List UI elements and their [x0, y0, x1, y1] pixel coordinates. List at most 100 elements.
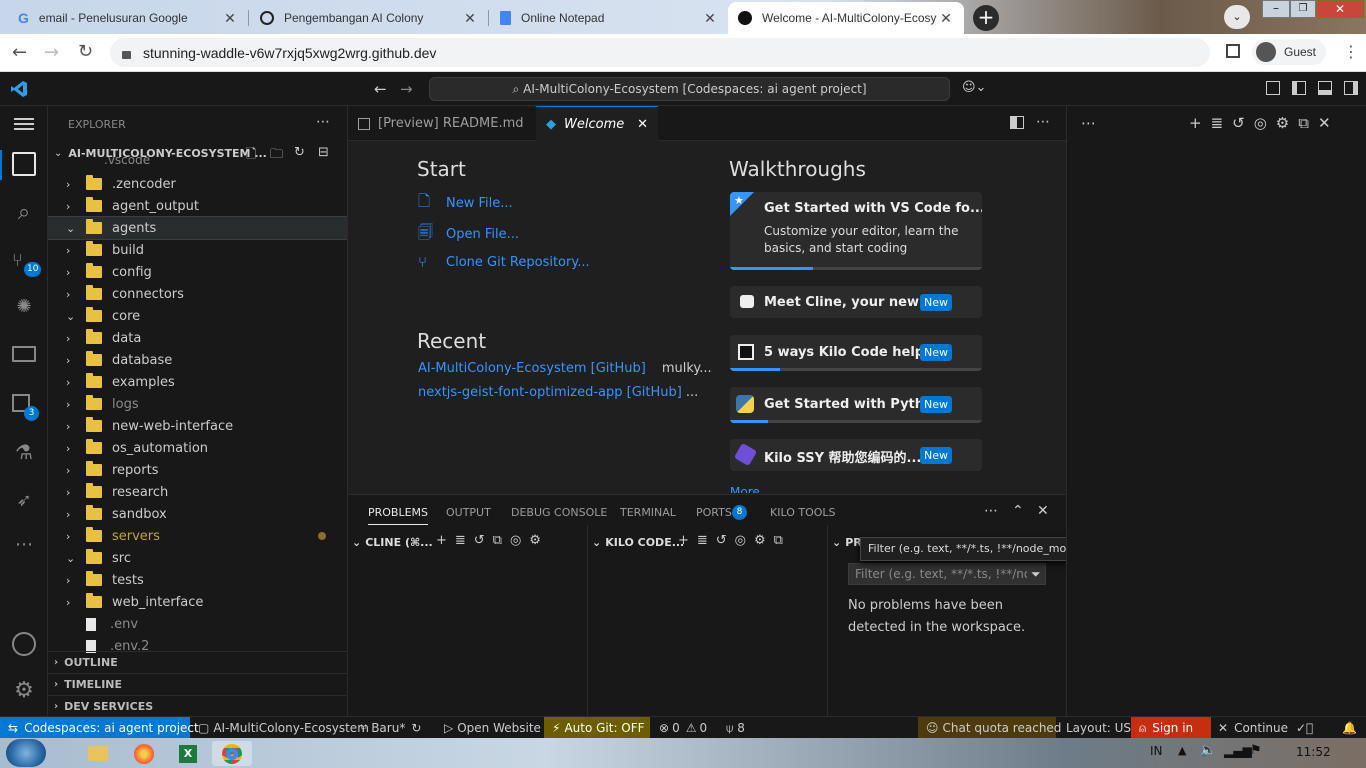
excel-taskbar-icon[interactable]: X — [168, 741, 208, 766]
folder-core[interactable]: ⌄ core — [48, 305, 347, 327]
debug-icon[interactable]: ✺ — [12, 296, 36, 320]
open-file-link[interactable]: 🗐 Open File... — [418, 222, 519, 247]
folder-src[interactable]: ⌄ src — [48, 547, 347, 569]
new-file-icon[interactable]: 🗋 — [246, 145, 256, 167]
action-center-icon[interactable]: ⚑ — [1250, 743, 1262, 758]
language-indicator[interactable]: IN — [1150, 744, 1163, 758]
more-actions-icon[interactable]: ⋯ — [1036, 114, 1050, 130]
folder-connectors[interactable]: › connectors — [48, 283, 347, 305]
walkthrough-card-cline[interactable]: Meet Cline, your new ... New — [730, 286, 982, 318]
split-editor-icon[interactable] — [1010, 116, 1024, 129]
menu-icon[interactable]: ⋮ — [1343, 42, 1359, 61]
folder-agents[interactable]: ⌄ agents — [48, 216, 347, 240]
clock[interactable]: 11:52 — [1296, 745, 1331, 759]
remote-explorer-icon[interactable] — [12, 346, 36, 362]
file-env[interactable]: .env — [48, 613, 347, 635]
folder-logs[interactable]: › logs — [48, 393, 347, 415]
close-tab-icon[interactable]: ✕ — [462, 10, 478, 27]
toggle-secondary-sidebar-icon[interactable] — [1344, 81, 1358, 95]
toggle-primary-sidebar-icon[interactable] — [1292, 81, 1306, 95]
browser-tab-colony[interactable]: Pengembangan AI Colony ✕ — [250, 2, 488, 34]
nav-forward-button[interactable]: → — [400, 80, 413, 98]
cline-view-header[interactable]: ⌄ CLINE (⌘... — [352, 531, 433, 553]
chrome-taskbar-icon[interactable] — [212, 741, 252, 766]
more-actions-icon[interactable]: ⋯ — [316, 114, 330, 130]
repo-indicator[interactable]: ▢ AI-MultiColony-Ecosystem — [198, 717, 369, 739]
accounts-icon[interactable] — [12, 632, 36, 656]
close-panel-icon[interactable]: ✕ — [1037, 503, 1049, 519]
close-tab-icon[interactable]: ✕ — [702, 10, 718, 27]
browser-tab-notepad[interactable]: Online Notepad ✕ — [490, 2, 728, 34]
new-file-link[interactable]: 🗋 New File... — [418, 191, 513, 216]
sign-in-button[interactable]: ⍝ Sign in — [1131, 717, 1211, 739]
toggle-panel-icon[interactable] — [1318, 81, 1332, 95]
testing-icon[interactable]: ⚗ — [12, 440, 36, 464]
tab-readme-preview[interactable]: [Preview] README.md — [348, 106, 534, 141]
back-button[interactable]: ← — [12, 42, 27, 63]
folder-servers[interactable]: › servers — [48, 525, 347, 547]
branch-indicator[interactable]: ⑂ Baru* ↻ — [360, 717, 421, 739]
refresh-icon[interactable]: ↻ — [294, 145, 305, 160]
folder-database[interactable]: › database — [48, 349, 347, 371]
walkthrough-card-kilo-ssy[interactable]: Kilo SSY 帮助您编码的... New — [730, 439, 982, 471]
tab-debug-console[interactable]: DEBUG CONSOLE — [511, 506, 607, 519]
maximize-panel-icon[interactable]: ⌃ — [1012, 503, 1024, 519]
menu-icon[interactable] — [14, 118, 34, 120]
folder-build[interactable]: › build — [48, 239, 347, 261]
explorer-icon[interactable] — [12, 152, 36, 176]
folder-data[interactable]: › data — [48, 327, 347, 349]
search-icon[interactable]: ⌕ — [12, 202, 36, 226]
tray-expand-icon[interactable]: ▲ — [1178, 744, 1186, 757]
folder-agent-output[interactable]: › agent_output — [48, 195, 347, 217]
network-icon[interactable]: ▂▄▆ — [1224, 744, 1252, 758]
continue-button[interactable]: ✕ Continue — [1218, 717, 1288, 739]
address-bar[interactable]: stunning-waddle-v6w7rxjq5xwg2wrg.github.… — [110, 38, 1210, 67]
open-website-button[interactable]: ▷ Open Website — [444, 717, 541, 739]
walkthrough-card-python[interactable]: Get Started with Pyth... New — [730, 387, 982, 423]
clone-repo-link[interactable]: ⑂ Clone Git Repository... — [418, 253, 590, 271]
minimize-button[interactable]: – — [1262, 0, 1290, 18]
more-actions-icon[interactable]: ⋯ — [1081, 114, 1096, 132]
close-tab-icon[interactable]: ✕ — [938, 10, 954, 27]
maximize-button[interactable]: ❐ — [1290, 0, 1316, 18]
folder-web-interface[interactable]: › web_interface — [48, 591, 347, 613]
walkthrough-card-kilo[interactable]: 5 ways Kilo Code help... New — [730, 335, 982, 371]
tab-kilo-tools[interactable]: KILO TOOLS — [770, 506, 836, 519]
close-tab-icon[interactable]: ✕ — [222, 10, 238, 27]
gear-icon[interactable]: ⚙ — [12, 680, 36, 704]
side-panel-icon[interactable] — [1226, 44, 1240, 58]
auto-git-toggle[interactable]: ⚡ Auto Git: OFF — [544, 717, 650, 739]
folder-tests[interactable]: › tests — [48, 569, 347, 591]
firefox-taskbar-icon[interactable] — [124, 741, 164, 766]
tab-search-button[interactable]: ⌄ — [1224, 5, 1250, 29]
folder-sandbox[interactable]: › sandbox — [48, 503, 347, 525]
explorer-taskbar-icon[interactable] — [78, 741, 118, 766]
cline-view-actions[interactable]: +≣↺⧉◎⚙ — [436, 533, 549, 548]
tab-welcome[interactable]: ◆ Welcome ✕ — [536, 106, 658, 141]
folder-examples[interactable]: › examples — [48, 371, 347, 393]
kilo-icon[interactable]: ➶ — [12, 490, 36, 514]
command-center[interactable]: ⌕ AI-MultiColony-Ecosystem [Codespaces: … — [429, 77, 950, 101]
tab-output[interactable]: OUTPUT — [446, 506, 491, 519]
copilot-icon[interactable]: ☺⌄ — [962, 80, 986, 95]
browser-tab-welcome[interactable]: Welcome - AI-MultiColony-Ecosy ✕ — [728, 2, 964, 34]
collapse-all-icon[interactable]: ⊟ — [318, 145, 329, 160]
recent-item[interactable]: AI-MultiColony-Ecosystem [GitHub] mulky..… — [418, 361, 712, 376]
ports-indicator[interactable]: ⍦ 8 — [726, 717, 745, 739]
more-walkthroughs-link[interactable]: More... — [730, 485, 771, 493]
chat-quota-indicator[interactable]: ☺ Chat quota reached — [918, 717, 1061, 739]
problems-filter-input[interactable]: Filter (e.g. text, **/*.ts, !**/nod... ⏷ — [848, 563, 1046, 585]
timeline-section[interactable]: › TIMELINE — [48, 673, 347, 695]
notifications-icon[interactable]: 🔔 — [1342, 717, 1357, 739]
folder-research[interactable]: › research — [48, 481, 347, 503]
close-icon[interactable]: ✕ — [637, 117, 648, 132]
new-folder-icon[interactable]: 🗀 — [270, 145, 283, 167]
keyboard-layout-indicator[interactable]: Layout: US — [1066, 717, 1131, 739]
walkthrough-card-vscode[interactable]: ★ Get Started with VS Code fo... Customi… — [730, 192, 982, 270]
new-tab-button[interactable]: + — [973, 5, 999, 31]
folder-zencoder[interactable]: › .zencoder — [48, 173, 347, 195]
tab-problems[interactable]: PROBLEMS — [368, 506, 429, 525]
start-button[interactable] — [6, 739, 46, 767]
kilo-view-header[interactable]: ⌄ KILO CODE... — [592, 531, 684, 553]
check-icon[interactable]: ✓⃠ — [1296, 717, 1313, 739]
